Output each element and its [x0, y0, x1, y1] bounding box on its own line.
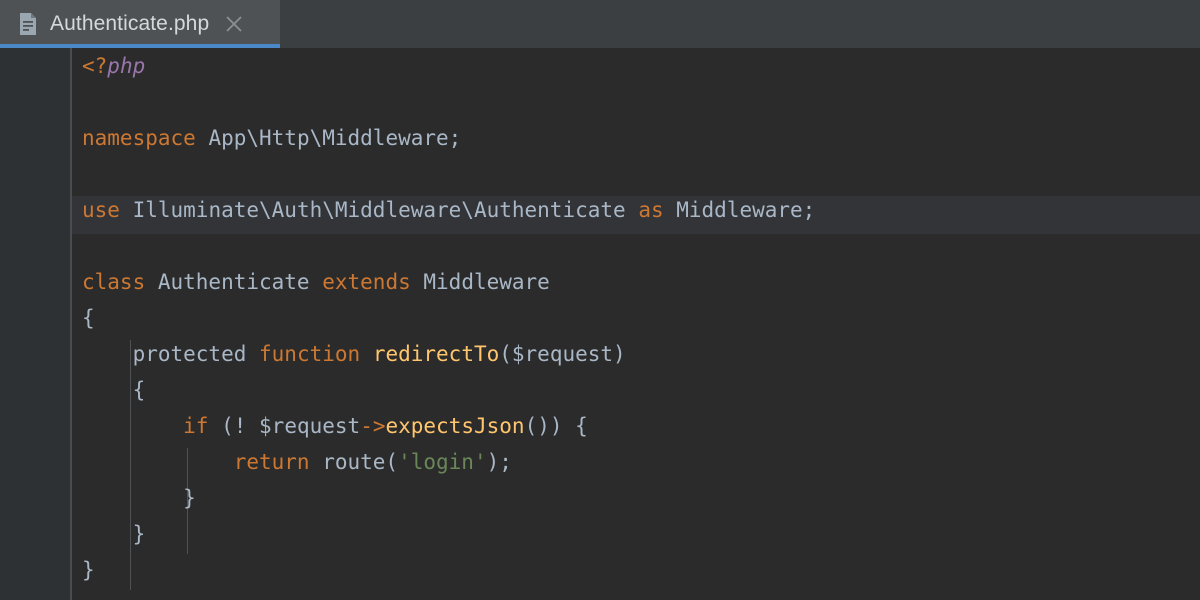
token-use-alias: Middleware; [663, 198, 816, 222]
token-brace-close-if: } [183, 486, 196, 510]
tab-authenticate-php[interactable]: Authenticate.php [0, 0, 280, 48]
code-text-area[interactable]: <?php namespace App\Http\Middleware; use… [72, 48, 1200, 600]
token-kw-namespace: namespace [82, 126, 196, 150]
token-brace-close-method: } [132, 522, 146, 546]
token-use-path: Illuminate\Auth\Middleware\Authenticate [119, 198, 639, 222]
token-kw-use: use [82, 198, 120, 222]
token-kw-if: if [183, 414, 209, 438]
code-line-12: return route('login'); [72, 444, 1200, 480]
php-file-icon [20, 13, 36, 35]
token-php-open: <? [82, 54, 108, 78]
token-kw-class: class [82, 270, 146, 294]
code-line-10: { [72, 372, 1200, 408]
code-line-5: use Illuminate\Auth\Middleware\Authentic… [72, 192, 1200, 228]
token-method-name: redirectTo [360, 342, 500, 366]
token-parent-class-name: Middleware [410, 270, 550, 294]
code-editor[interactable]: <?php namespace App\Http\Middleware; use… [0, 48, 1200, 600]
token-if-open: (! [208, 414, 260, 438]
code-line-11: if (! $request->expectsJson()) { [72, 408, 1200, 444]
code-line-1: <?php [72, 48, 1200, 84]
token-php-word: php [107, 54, 146, 78]
token-var-request: $request [259, 414, 361, 438]
token-brace-open-method: { [132, 378, 146, 402]
token-kw-extends: extends [322, 270, 411, 294]
code-line-15: } [72, 552, 1200, 588]
token-call-expects-json: expectsJson [385, 414, 525, 438]
editor-window: Authenticate.php <?php namespace App\Htt… [0, 0, 1200, 600]
token-return-tail: ); [486, 450, 512, 474]
close-icon[interactable] [223, 13, 245, 35]
token-string-login: 'login' [398, 450, 487, 474]
code-line-14: } [72, 516, 1200, 552]
code-line-9: protected function redirectTo($request) [72, 336, 1200, 372]
token-namespace-path: App\Http\Middleware; [195, 126, 462, 150]
editor-gutter[interactable] [0, 48, 70, 600]
token-brace-open-class: { [82, 306, 95, 330]
token-kw-as: as [638, 198, 664, 222]
token-method-params: ($request) [499, 342, 626, 366]
token-kw-protected: protected [132, 342, 260, 366]
token-arrow-operator: -> [360, 414, 386, 438]
token-class-name: Authenticate [145, 270, 323, 294]
code-line-13: } [72, 480, 1200, 516]
editor-tab-bar: Authenticate.php [0, 0, 1200, 48]
code-line-7: class Authenticate extends Middleware [72, 264, 1200, 300]
tab-label: Authenticate.php [50, 12, 210, 35]
code-line-8: { [72, 300, 1200, 336]
token-if-tail: ()) { [524, 414, 588, 438]
token-kw-return: return [233, 450, 310, 474]
code-line-3: namespace App\Http\Middleware; [72, 120, 1200, 156]
token-brace-close-class: } [82, 558, 95, 582]
token-call-route: route( [309, 450, 399, 474]
source-code[interactable]: <?php namespace App\Http\Middleware; use… [72, 48, 1200, 588]
token-kw-function: function [259, 342, 361, 366]
